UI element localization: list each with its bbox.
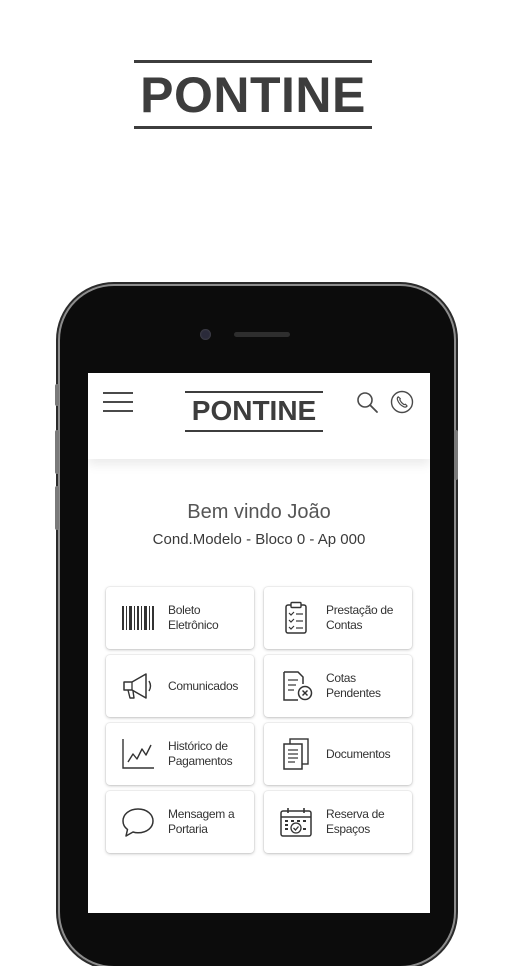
header-logo: PONTINE: [185, 391, 323, 433]
tile-label-line2: Eletrônico: [168, 618, 219, 632]
phone-side-button: [55, 384, 59, 406]
tile-prestacao-de-contas[interactable]: Prestação de Contas: [264, 587, 412, 649]
tile-cotas-pendentes[interactable]: Cotas Pendentes: [264, 655, 412, 717]
tile-label-line1: Documentos: [326, 746, 391, 761]
tile-comunicados[interactable]: Comunicados: [106, 655, 254, 717]
tile-label-line2: Contas: [326, 618, 363, 632]
tile-boleto-eletronico[interactable]: Boleto Eletrônico: [106, 587, 254, 649]
app-header: PONTINE: [88, 373, 430, 459]
tile-label: Prestação de Contas: [326, 587, 408, 649]
tile-label-line2: Pendentes: [326, 686, 381, 700]
megaphone-icon: [123, 673, 152, 699]
tile-documentos[interactable]: Documentos: [264, 723, 412, 785]
tile-label-line1: Reserva de: [326, 807, 385, 821]
barcode-icon: [122, 606, 154, 630]
documents-icon: [283, 738, 309, 770]
document-x-icon: [283, 671, 313, 701]
tile-reserva-de-espacos[interactable]: Reserva de Espaços: [264, 791, 412, 853]
tile-historico-de-pagamentos[interactable]: Histórico de Pagamentos: [106, 723, 254, 785]
power-button: [454, 430, 458, 480]
calendar-check-icon: [280, 808, 312, 837]
tile-mensagem-a-portaria[interactable]: Mensagem a Portaria: [106, 791, 254, 853]
front-camera: [200, 329, 211, 340]
header-logo-top-rule: [185, 391, 323, 393]
volume-down-button: [55, 486, 59, 530]
logo-bottom-rule: [134, 126, 372, 129]
brand-logo: PONTINE: [134, 60, 372, 130]
tile-label-line1: Cotas: [326, 671, 356, 685]
header-logo-text: PONTINE: [191, 395, 317, 426]
earpiece-speaker: [234, 332, 290, 337]
tile-label-line1: Boleto: [168, 603, 201, 617]
header-logo-bottom-rule: [185, 430, 323, 432]
tile-label: Histórico de Pagamentos: [168, 723, 250, 785]
tile-label: Comunicados: [168, 655, 250, 717]
welcome-message: Bem vindo João: [187, 501, 331, 523]
search-icon[interactable]: [355, 390, 379, 414]
tile-label: Documentos: [326, 723, 408, 785]
brand-logo-text: PONTINE: [140, 67, 366, 123]
clipboard-checklist-icon: [285, 601, 307, 634]
phone-icon[interactable]: [390, 390, 414, 414]
line-chart-icon: [122, 739, 154, 769]
tile-label: Mensagem a Portaria: [168, 791, 250, 853]
speech-bubble-icon: [122, 808, 154, 837]
tile-label: Reserva de Espaços: [326, 791, 408, 853]
tile-label-line2: Pagamentos: [168, 754, 233, 768]
tile-label-line2: Portaria: [168, 822, 208, 836]
tile-label-line1: Mensagem a: [168, 807, 235, 821]
volume-up-button: [55, 430, 59, 474]
tile-label: Boleto Eletrônico: [168, 587, 250, 649]
logo-top-rule: [134, 60, 372, 63]
tile-label-line2: Espaços: [326, 822, 370, 836]
phone-screen: PONTINE Bem vindo João Cond.Modelo - Blo…: [88, 373, 430, 913]
tile-label-line1: Comunicados: [168, 678, 239, 693]
tile-label-line1: Prestação de: [326, 603, 394, 617]
hamburger-menu-icon[interactable]: [103, 392, 133, 414]
tile-label: Cotas Pendentes: [326, 655, 408, 717]
tile-label-line1: Histórico de: [168, 739, 228, 753]
unit-info: Cond.Modelo - Bloco 0 - Ap 000: [152, 531, 366, 548]
